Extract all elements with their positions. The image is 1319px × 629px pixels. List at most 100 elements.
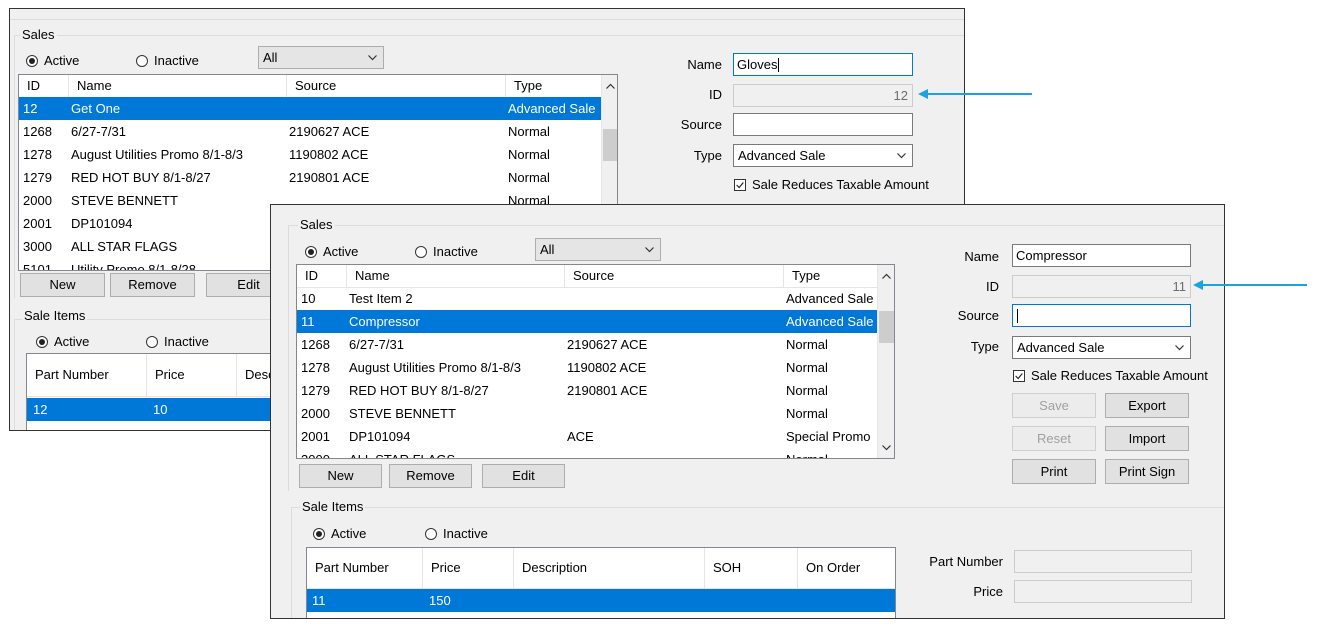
text-caret	[1017, 308, 1018, 323]
back-items-radio-active[interactable]: Active	[36, 334, 89, 349]
front-sale-reduces-checkbox[interactable]: Sale Reduces Taxable Amount	[1013, 368, 1208, 383]
front-items-header: Part Number Price Description SOH On Ord…	[307, 548, 895, 589]
cell-type: Normal	[786, 406, 828, 421]
column-header-source[interactable]: Source	[565, 265, 784, 287]
table-row[interactable]: 1268 6/27-7/31 2190627 ACE Normal	[297, 333, 879, 356]
front-radio-inactive[interactable]: Inactive	[415, 244, 478, 259]
front-remove-button[interactable]: Remove	[389, 464, 472, 488]
column-header-description[interactable]: Description	[514, 548, 705, 588]
cell-source: 1190802 ACE	[567, 360, 647, 375]
radio-checked-icon	[26, 54, 38, 67]
cell-id: 2000	[301, 406, 330, 421]
cell-type: Normal	[508, 147, 550, 162]
cell-source: 2190627 ACE	[567, 337, 648, 352]
front-source-input[interactable]	[1012, 304, 1191, 327]
front-type-dropdown[interactable]: Advanced Sale	[1012, 336, 1191, 359]
cell-id: 10	[301, 291, 316, 306]
radio-unchecked-icon	[425, 527, 437, 540]
column-header-price[interactable]: Price	[147, 354, 237, 396]
column-header-source[interactable]: Source	[287, 75, 506, 97]
back-id-field: 12	[733, 84, 913, 107]
column-header-part-number[interactable]: Part Number	[27, 354, 147, 396]
chevron-up-icon[interactable]	[882, 273, 891, 279]
reset-button[interactable]: Reset	[1012, 426, 1096, 451]
top-divider	[10, 9, 964, 20]
front-filter-dropdown[interactable]: All	[535, 238, 661, 261]
front-items-radio-inactive[interactable]: Inactive	[425, 526, 488, 541]
radio-checked-icon	[36, 335, 48, 348]
cell-name: Utility Promo 8/1-8/28	[71, 262, 196, 271]
column-header-on-order[interactable]: On Order	[798, 548, 895, 588]
print-button[interactable]: Print	[1012, 459, 1096, 484]
column-header-type[interactable]: Type	[784, 265, 877, 287]
back-sale-reduces-checkbox[interactable]: Sale Reduces Taxable Amount	[734, 177, 929, 192]
front-type-value: Advanced Sale	[1017, 340, 1105, 355]
cell-name: Compressor	[349, 314, 420, 329]
save-button[interactable]: Save	[1012, 393, 1096, 418]
cell-name: ALL STAR FLAGS	[349, 448, 455, 458]
cell-id: 1268	[23, 124, 52, 139]
column-header-name[interactable]: Name	[347, 265, 565, 287]
cell-name: August Utilities Promo 8/1-8/3	[71, 147, 243, 162]
back-items-radio-inactive-label: Inactive	[164, 334, 209, 349]
scroll-thumb[interactable]	[603, 129, 617, 161]
scroll-thumb[interactable]	[879, 311, 894, 343]
table-row[interactable]: 2000 STEVE BENNETT Normal	[297, 402, 879, 425]
back-radio-active-label: Active	[44, 53, 80, 68]
back-name-input[interactable]: Gloves	[733, 53, 913, 76]
print-sign-button[interactable]: Print Sign	[1105, 459, 1189, 484]
cell-id: 2001	[301, 429, 330, 444]
column-header-id[interactable]: ID	[19, 75, 69, 97]
chevron-up-icon[interactable]	[606, 83, 615, 89]
front-sale-items-list[interactable]: Part Number Price Description SOH On Ord…	[306, 547, 896, 618]
front-name-input[interactable]: Compressor	[1012, 244, 1191, 267]
column-header-soh[interactable]: SOH	[705, 548, 798, 588]
front-new-button[interactable]: New	[299, 464, 382, 488]
chevron-down-icon[interactable]	[882, 445, 891, 451]
back-items-radio-inactive[interactable]: Inactive	[146, 334, 209, 349]
radio-unchecked-icon	[415, 245, 427, 258]
cell-name: 6/27-7/31	[71, 124, 126, 139]
front-sales-list[interactable]: ID Name Source Type 10 Test Item 2 Advance…	[296, 264, 895, 459]
table-row[interactable]: 11 150	[307, 589, 895, 612]
front-sales-title: Sales	[298, 217, 335, 232]
table-row[interactable]: 3000 ALL STAR FLAGS Normal	[297, 448, 879, 458]
price-label: Price	[973, 584, 1003, 599]
back-type-label: Type	[693, 148, 722, 163]
radio-unchecked-icon	[146, 335, 158, 348]
table-row[interactable]: 10 Test Item 2 Advanced Sale	[297, 287, 879, 310]
back-source-input[interactable]	[733, 113, 913, 136]
column-header-part-number[interactable]: Part Number	[307, 548, 423, 588]
front-edit-button[interactable]: Edit	[482, 464, 565, 488]
chevron-down-icon	[897, 152, 906, 158]
back-filter-dropdown[interactable]: All	[258, 46, 384, 69]
table-row[interactable]: 2001 DP101094 ACE Special Promo	[297, 425, 879, 448]
back-new-button[interactable]: New	[20, 273, 105, 297]
chevron-down-icon	[645, 246, 654, 252]
column-header-type[interactable]: Type	[506, 75, 602, 97]
column-header-price[interactable]: Price	[423, 548, 514, 588]
column-header-name[interactable]: Name	[69, 75, 287, 97]
front-radio-active[interactable]: Active	[305, 244, 358, 259]
cell-source: 2190801 ACE	[289, 170, 370, 185]
import-button[interactable]: Import	[1105, 426, 1189, 451]
column-header-id[interactable]: ID	[297, 265, 347, 287]
back-radio-inactive[interactable]: Inactive	[136, 53, 199, 68]
back-radio-active[interactable]: Active	[26, 53, 79, 68]
cell-id: 3000	[301, 448, 330, 458]
table-row[interactable]: 1278 August Utilities Promo 8/1-8/3 119080…	[19, 143, 601, 166]
export-button[interactable]: Export	[1105, 393, 1189, 418]
table-row[interactable]: 12 Get One Advanced Sale	[19, 97, 601, 120]
cell-type: Normal	[508, 170, 550, 185]
table-row[interactable]: 1278 August Utilities Promo 8/1-8/3 119080…	[297, 356, 879, 379]
chevron-down-icon	[368, 54, 377, 60]
table-row[interactable]: 1279 RED HOT BUY 8/1-8/27 2190801 ACE Norma…	[19, 166, 601, 189]
table-row[interactable]: 1268 6/27-7/31 2190627 ACE Normal	[19, 120, 601, 143]
front-sales-scrollbar[interactable]	[877, 265, 894, 458]
table-row[interactable]: 1279 RED HOT BUY 8/1-8/27 2190801 ACE Norma…	[297, 379, 879, 402]
back-remove-button[interactable]: Remove	[110, 273, 195, 297]
table-row[interactable]: 11 Compressor Advanced Sale	[297, 310, 879, 333]
back-type-dropdown[interactable]: Advanced Sale	[733, 144, 913, 167]
back-source-label: Source	[680, 117, 722, 132]
front-items-radio-active[interactable]: Active	[313, 526, 366, 541]
